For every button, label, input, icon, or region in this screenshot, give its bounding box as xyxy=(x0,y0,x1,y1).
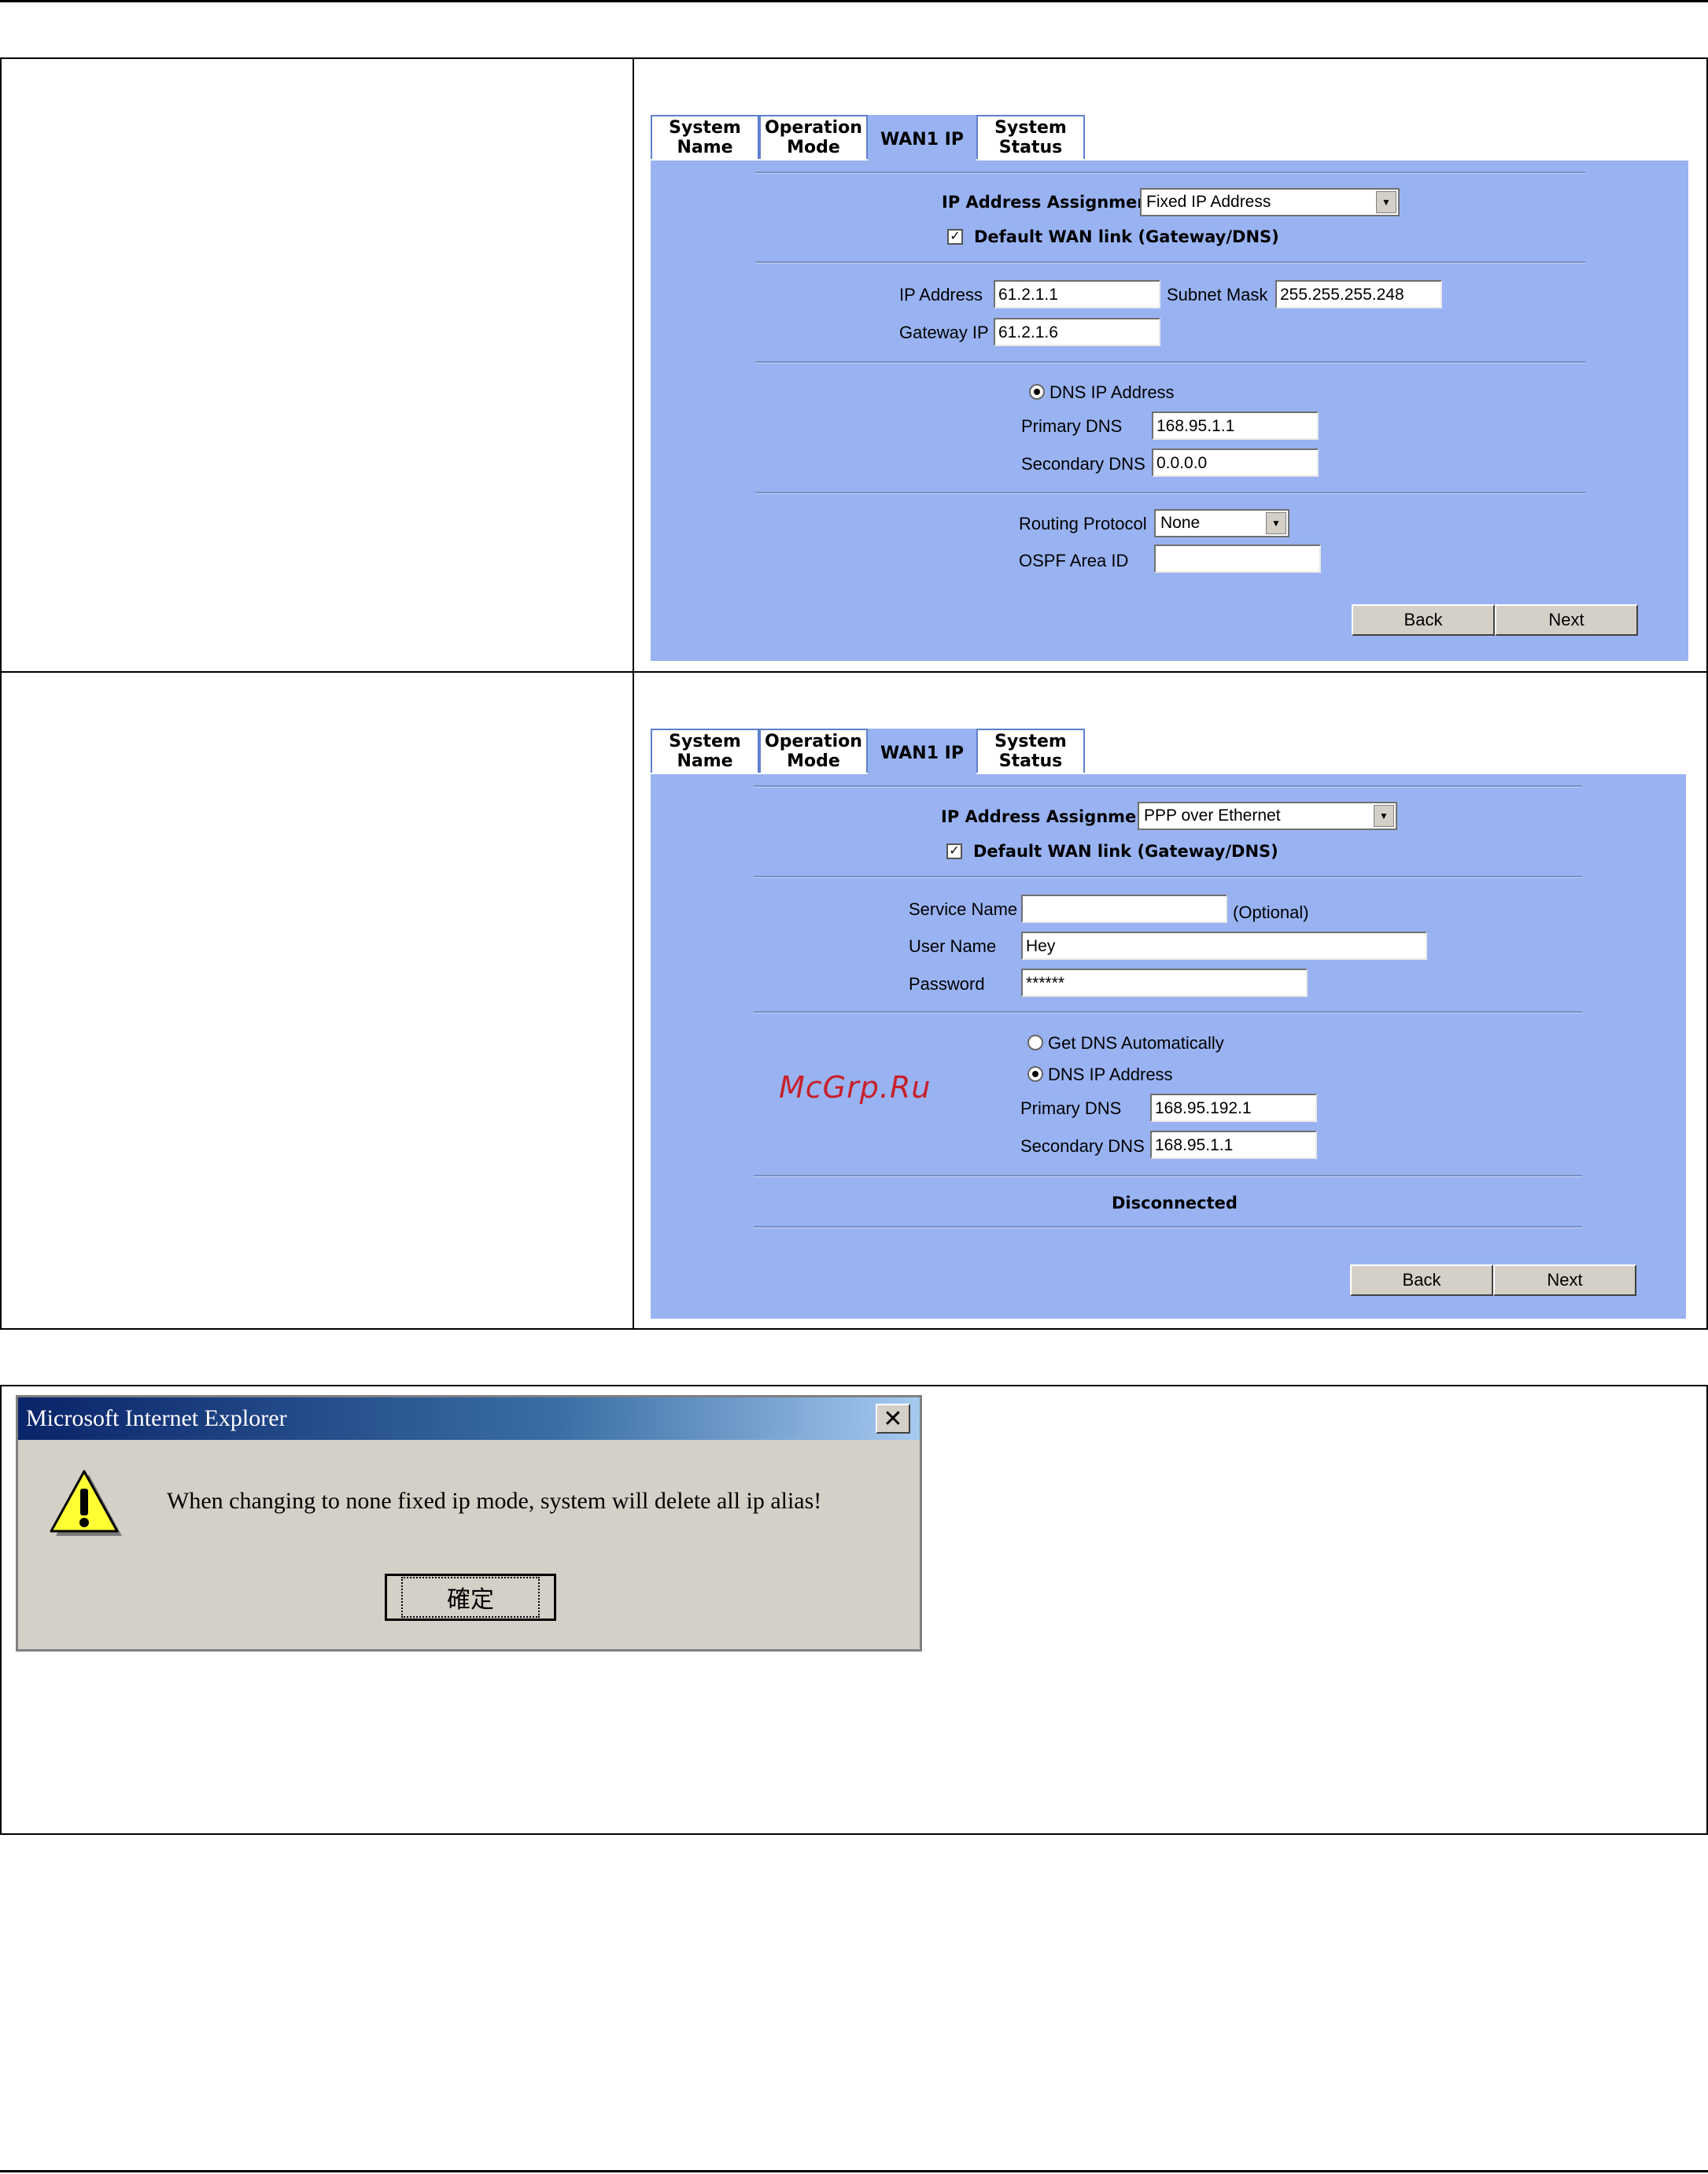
ospf-area-label: OSPF Area ID xyxy=(1019,551,1129,570)
subnet-mask-input[interactable]: 255.255.255.248 xyxy=(1275,280,1442,308)
secondary-dns-label: Secondary DNS xyxy=(1021,454,1145,474)
separator xyxy=(754,1011,1582,1013)
separator xyxy=(754,1175,1582,1177)
gateway-ip-label: Gateway IP xyxy=(899,323,989,342)
dns-ip-radio[interactable] xyxy=(1027,1066,1043,1082)
back-button[interactable]: Back xyxy=(1350,1264,1493,1296)
separator xyxy=(754,1226,1582,1228)
chevron-down-icon: ▼ xyxy=(1374,805,1394,827)
tab-system-name[interactable]: System Name xyxy=(651,729,759,773)
ip-assignment-select[interactable]: PPP over Ethernet ▼ xyxy=(1138,802,1397,830)
dialog-title: Microsoft Internet Explorer xyxy=(26,1405,287,1431)
secondary-dns-input[interactable]: 0.0.0.0 xyxy=(1152,448,1319,477)
default-wan-checkbox[interactable]: ✓ xyxy=(946,843,962,859)
separator xyxy=(755,261,1585,264)
user-name-label: User Name xyxy=(909,936,997,956)
watermark: McGrp.Ru xyxy=(779,1070,931,1105)
ok-button[interactable]: 確定 xyxy=(385,1574,556,1621)
tab-system-status[interactable]: System Status xyxy=(976,115,1085,159)
bottom-rule xyxy=(0,2170,1708,2172)
routing-protocol-select[interactable]: None ▼ xyxy=(1154,509,1289,537)
ip-assignment-select[interactable]: Fixed IP Address ▼ xyxy=(1140,188,1400,216)
close-button[interactable]: ✕ xyxy=(876,1404,910,1434)
ip-address-input[interactable]: 61.2.1.1 xyxy=(994,280,1160,308)
routing-protocol-label: Routing Protocol xyxy=(1019,514,1147,533)
separator xyxy=(755,492,1585,494)
ip-address-label: IP Address xyxy=(899,285,983,305)
tab-bar: System Name Operation Mode WAN1 IP System S… xyxy=(651,729,1085,776)
default-wan-label: Default WAN link (Gateway/DNS) xyxy=(973,842,1278,861)
gateway-ip-input[interactable]: 61.2.1.6 xyxy=(994,318,1160,346)
user-name-input[interactable]: Hey xyxy=(1021,932,1427,960)
service-name-input[interactable] xyxy=(1021,895,1227,923)
close-icon: ✕ xyxy=(883,1405,903,1432)
get-dns-auto-radio[interactable] xyxy=(1027,1035,1043,1050)
chevron-down-icon: ▼ xyxy=(1266,512,1286,534)
optional-label: (Optional) xyxy=(1233,902,1309,922)
separator xyxy=(755,172,1585,174)
back-button[interactable]: Back xyxy=(1352,604,1495,636)
alert-dialog: Microsoft Internet Explorer ✕ When chang… xyxy=(16,1395,922,1652)
get-dns-auto-label: Get DNS Automatically xyxy=(1048,1033,1224,1053)
dns-ip-label: DNS IP Address xyxy=(1050,382,1175,402)
secondary-dns-input[interactable]: 168.95.1.1 xyxy=(1150,1131,1317,1159)
separator xyxy=(754,785,1582,788)
ip-assignment-label: IP Address Assignment xyxy=(942,193,1157,212)
tab-system-name[interactable]: System Name xyxy=(651,115,759,159)
warning-icon xyxy=(50,1470,122,1536)
next-button[interactable]: Next xyxy=(1493,1264,1636,1296)
tab-wan1-ip[interactable]: WAN1 IP xyxy=(868,729,976,776)
ospf-area-input[interactable] xyxy=(1154,544,1321,573)
dialog-title-bar[interactable]: Microsoft Internet Explorer ✕ xyxy=(18,1397,920,1440)
dns-ip-radio[interactable] xyxy=(1029,384,1045,400)
primary-dns-label: Primary DNS xyxy=(1020,1098,1122,1118)
subnet-mask-label: Subnet Mask xyxy=(1167,285,1268,305)
chevron-down-icon: ▼ xyxy=(1376,191,1396,213)
dns-ip-label: DNS IP Address xyxy=(1048,1065,1173,1084)
primary-dns-input[interactable]: 168.95.192.1 xyxy=(1150,1094,1317,1122)
tab-wan1-ip[interactable]: WAN1 IP xyxy=(868,115,976,162)
password-label: Password xyxy=(909,974,985,994)
separator xyxy=(755,361,1585,364)
tab-operation-mode[interactable]: Operation Mode xyxy=(759,115,868,159)
top-rule xyxy=(0,0,1708,2)
service-name-label: Service Name xyxy=(909,899,1018,919)
separator xyxy=(754,876,1582,878)
primary-dns-label: Primary DNS xyxy=(1021,416,1123,436)
tab-system-status[interactable]: System Status xyxy=(976,729,1085,773)
connection-status: Disconnected xyxy=(1112,1194,1238,1212)
ip-assignment-label: IP Address Assignment xyxy=(941,807,1156,826)
primary-dns-input[interactable]: 168.95.1.1 xyxy=(1152,412,1319,440)
default-wan-label: Default WAN link (Gateway/DNS) xyxy=(974,227,1279,246)
column-divider xyxy=(633,57,634,1330)
tab-bar: System Name Operation Mode WAN1 IP System S… xyxy=(651,115,1085,162)
tab-operation-mode[interactable]: Operation Mode xyxy=(759,729,868,773)
default-wan-checkbox[interactable]: ✓ xyxy=(947,229,963,245)
password-input[interactable]: ****** xyxy=(1021,969,1308,997)
secondary-dns-label: Secondary DNS xyxy=(1020,1136,1145,1156)
dialog-message: When changing to none fixed ip mode, sys… xyxy=(167,1488,822,1514)
next-button[interactable]: Next xyxy=(1495,604,1638,636)
